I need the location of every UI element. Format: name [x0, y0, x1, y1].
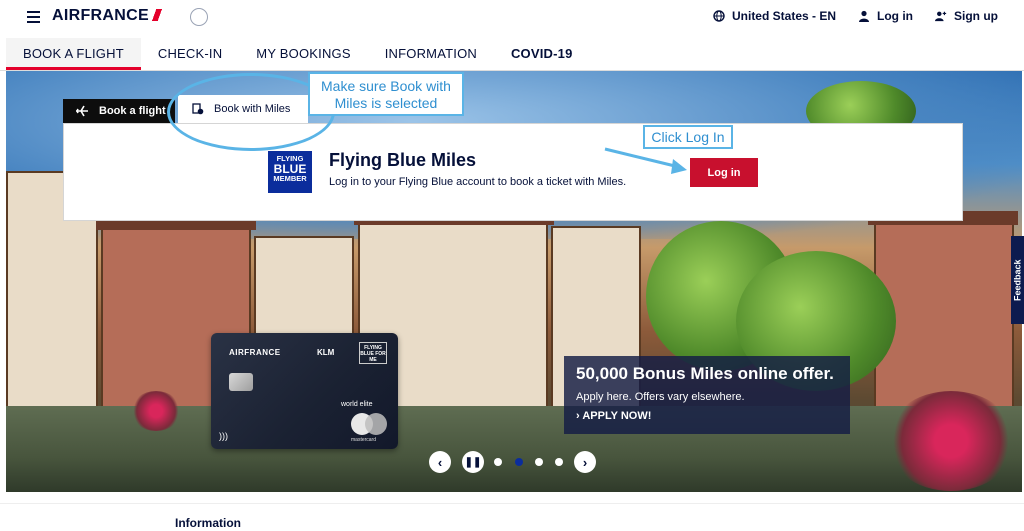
tab-my-bookings[interactable]: MY BOOKINGS — [239, 38, 367, 70]
card-tier: world elite — [341, 401, 373, 408]
plane-icon — [76, 105, 88, 117]
signup-label: Sign up — [954, 9, 998, 23]
card-partner: KLM — [317, 348, 335, 357]
chevron-left-icon: ‹ — [437, 454, 443, 470]
badge-line-3: MEMBER — [273, 174, 307, 183]
information-heading: Information — [175, 516, 241, 530]
login-button[interactable]: Log in — [690, 158, 758, 187]
promo-subtext: Apply here. Offers vary elsewhere. — [576, 391, 745, 403]
contactless-icon: ))) — [219, 431, 228, 441]
feedback-tab[interactable]: Feedback — [1011, 236, 1024, 324]
pause-icon: ❚❚ — [464, 456, 482, 468]
card-brand: AIRFRANCE — [229, 348, 281, 357]
top-header: AIRFRANCE United States - EN Log in Sign… — [0, 0, 1024, 36]
carousel-dot[interactable] — [535, 458, 543, 466]
carousel-dot-active[interactable] — [515, 458, 523, 466]
carousel-dot[interactable] — [555, 458, 563, 466]
user-icon — [859, 10, 869, 22]
carousel-next-button[interactable]: › — [574, 451, 596, 473]
tab-covid-19[interactable]: COVID-19 — [494, 38, 590, 70]
airfrance-logo[interactable]: AIRFRANCE — [52, 7, 162, 25]
main-tabs: BOOK A FLIGHT CHECK-IN MY BOOKINGS INFOR… — [6, 38, 590, 70]
tab-book-a-flight-widget[interactable]: Book a flight — [63, 99, 175, 123]
locale-selector[interactable]: United States - EN — [713, 9, 836, 23]
globe-icon — [713, 10, 725, 22]
promo-headline: 50,000 Bonus Miles online offer. — [576, 364, 834, 383]
panel-title: Flying Blue Miles — [329, 150, 477, 170]
skyteam-emblem-icon — [190, 8, 208, 26]
card-network: mastercard — [351, 437, 377, 443]
tab-book-a-flight[interactable]: BOOK A FLIGHT — [6, 38, 141, 70]
annotation-miles-note: Make sure Book with Miles is selected — [308, 72, 464, 116]
chip-icon — [229, 373, 253, 391]
locale-label: United States - EN — [731, 9, 836, 23]
login-link[interactable]: Log in — [858, 9, 913, 23]
logo-stripe-icon — [151, 9, 162, 21]
section-divider — [0, 503, 1024, 504]
credit-card-image: AIRFRANCE KLM FLYING BLUE FOR ME ))) wor… — [211, 333, 398, 449]
hero-flowers — [886, 391, 1016, 491]
menu-icon[interactable] — [27, 11, 40, 23]
tab-information[interactable]: INFORMATION — [368, 38, 494, 70]
logo-text: AIRFRANCE — [52, 7, 149, 24]
promo-cta-label: APPLY NOW! — [582, 410, 652, 422]
user-add-icon — [935, 11, 947, 22]
tab-book-a-flight-label: Book a flight — [99, 105, 166, 117]
tab-check-in[interactable]: CHECK-IN — [141, 38, 239, 70]
promo-cta[interactable]: › APPLY NOW! — [576, 410, 838, 422]
flying-blue-logo: FLYING BLUE MEMBER — [268, 151, 312, 193]
annotation-arrow-icon — [604, 147, 687, 174]
mastercard-icon — [351, 413, 387, 435]
card-badge: FLYING BLUE FOR ME — [359, 342, 387, 364]
chevron-right-icon: › — [582, 454, 588, 470]
chevron-right-icon: › — [576, 410, 580, 422]
header-actions: United States - EN Log in Sign up — [713, 9, 998, 23]
carousel-pause-button[interactable]: ❚❚ — [462, 451, 484, 473]
carousel-dot[interactable] — [494, 458, 502, 466]
hero-flowers — [131, 391, 181, 431]
hero-banner: Book a flight Book with Miles FLYING BLU… — [6, 71, 1022, 492]
login-label: Log in — [877, 9, 913, 23]
carousel-prev-button[interactable]: ‹ — [429, 451, 451, 473]
signup-link[interactable]: Sign up — [935, 9, 998, 23]
panel-subtitle: Log in to your Flying Blue account to bo… — [329, 176, 627, 188]
promo-banner[interactable]: 50,000 Bonus Miles online offer. Apply h… — [564, 356, 850, 434]
